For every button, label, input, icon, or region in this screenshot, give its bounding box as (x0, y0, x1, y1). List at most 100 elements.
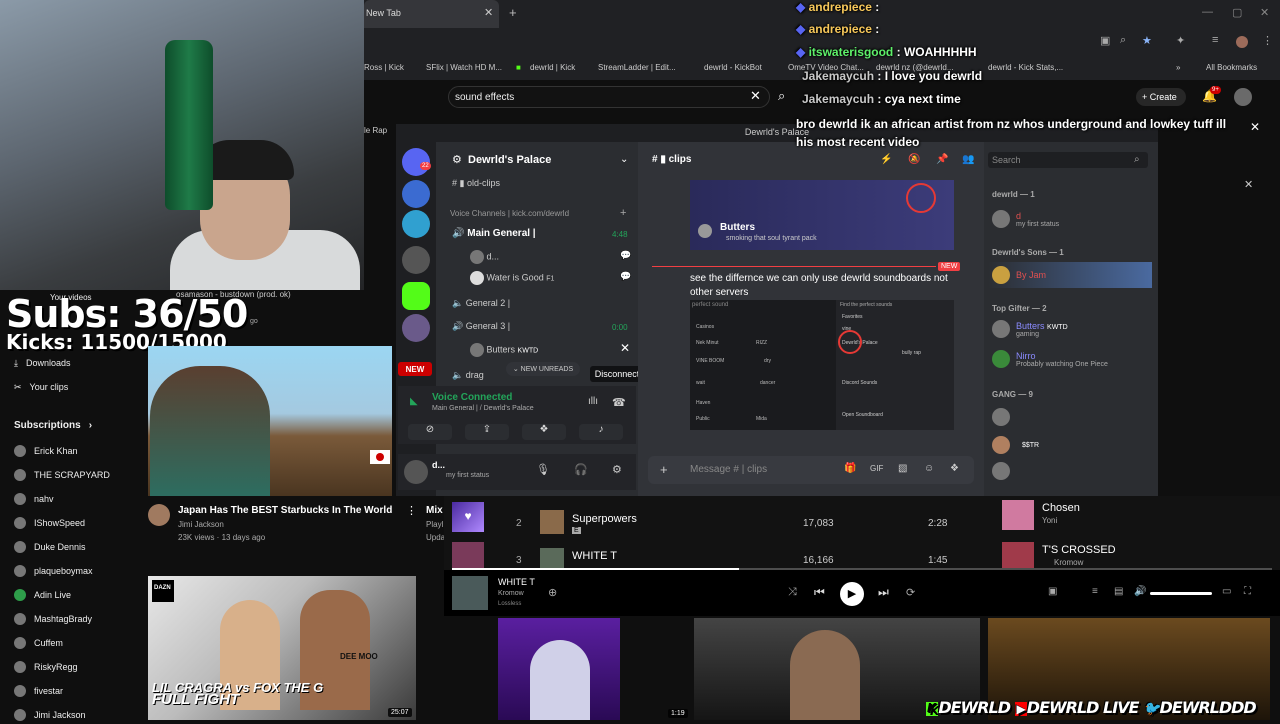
noise-icon[interactable]: ıllı (588, 396, 598, 407)
side-artist[interactable]: Yoni (1042, 516, 1057, 525)
voice-user[interactable]: Water is Good F1 (470, 271, 554, 285)
sidebar-item-subscription[interactable]: Adin Live (14, 586, 71, 604)
devices-icon[interactable]: ▤ (1114, 586, 1123, 597)
sidebar-item-subscription[interactable]: plaqueboymax (14, 562, 93, 580)
now-playing-cover[interactable] (452, 576, 488, 610)
voice-category[interactable]: Voice Channels | kick.com/dewrld (450, 209, 569, 218)
member-row[interactable]: d my first status (992, 210, 1059, 228)
search-input[interactable]: sound effects (448, 86, 770, 108)
progress-bar[interactable] (452, 568, 1272, 570)
sidebar-item-subscription[interactable]: THE SCRAPYARD (14, 466, 110, 484)
bookmark-item[interactable]: dewrld | Kick (530, 63, 575, 72)
sidebar-item-subscription[interactable]: Duke Dennis (14, 538, 86, 556)
sidebar-item-subscription[interactable]: Erick Khan (14, 442, 78, 460)
chat-bubble-icon[interactable]: 💬 (620, 250, 631, 261)
shuffle-icon[interactable]: ⤨ (788, 586, 797, 599)
add-attachment-icon[interactable]: + (660, 462, 668, 477)
bookmark-item[interactable]: dewrld - KickBot (704, 63, 762, 72)
microphone-icon[interactable]: 🎙 (536, 463, 550, 476)
voice-user[interactable]: Butters KWTD (470, 343, 538, 357)
album-cover[interactable] (1002, 500, 1034, 530)
member-row[interactable]: $$TR (992, 436, 1039, 454)
channel-main-general[interactable]: 🔊 Main General | (452, 228, 536, 239)
more-options-icon[interactable]: ⋮ (406, 504, 417, 517)
channel-drag[interactable]: 🔈 drag (452, 370, 484, 381)
search-icon[interactable]: ⌕ (778, 88, 785, 104)
sidebar-item-downloads[interactable]: ⤓ Downloads (14, 354, 71, 372)
track-cover[interactable] (540, 548, 564, 568)
new-unreads-pill[interactable]: ⌄ NEW UNREADS (506, 362, 580, 376)
member-row[interactable]: By Jam (992, 266, 1046, 284)
sidebar-item-subscription[interactable]: nahv (14, 490, 54, 508)
pin-icon[interactable]: 📌 (936, 154, 948, 165)
sidebar-item-subscription[interactable]: RiskyRegg (14, 658, 78, 676)
threads-icon[interactable]: ⚡ (880, 154, 892, 165)
kick-icon[interactable] (402, 282, 430, 310)
soundboard-button[interactable]: ♪ (579, 424, 623, 440)
apps-icon[interactable]: ❖ (950, 463, 959, 474)
gear-icon[interactable]: ⚙ (612, 463, 622, 476)
channel-old-clips[interactable]: # ▮ old-clips (452, 178, 500, 189)
sidebar-item-subscription[interactable]: fivestar (14, 682, 63, 700)
sidebar-item-subscription[interactable]: IShowSpeed (14, 514, 85, 532)
member-row[interactable]: Nirro Probably watching One Piece (992, 350, 1108, 368)
channel-general-2[interactable]: 🔈 General 2 | (452, 298, 510, 309)
play-button[interactable]: ▶ (840, 582, 864, 606)
miniplayer-icon[interactable]: ▭ (1222, 586, 1231, 597)
close-icon[interactable]: ✕ (620, 341, 630, 355)
search-input[interactable]: Search (988, 152, 1148, 168)
headphones-icon[interactable]: 🎧 (574, 463, 588, 476)
members-icon[interactable]: 👥 (962, 154, 974, 165)
server-icon[interactable] (402, 314, 430, 342)
bookmark-item[interactable]: StreamLadder | Edit... (598, 63, 676, 72)
screenshare-button[interactable]: ⇪ (465, 424, 509, 440)
side-title[interactable]: T'S CROSSED (1042, 544, 1116, 556)
now-playing-artist[interactable]: Kromow (498, 590, 524, 597)
sidebar-item-your-clips[interactable]: ✂ Your clips (14, 378, 68, 396)
video-title[interactable]: LIL CRAGRA vs FOX THE G FULL FIGHT (152, 681, 323, 707)
queue-icon[interactable]: ≡ (1092, 586, 1098, 597)
volume-icon[interactable]: 🔊 (1134, 586, 1146, 597)
member-row[interactable] (992, 462, 1016, 480)
track-cover[interactable] (540, 510, 564, 534)
server-name[interactable]: Dewrld's Palace (468, 154, 551, 166)
playlist-cover[interactable] (452, 542, 484, 568)
camera-off-button[interactable]: ⊘ (408, 424, 452, 440)
previous-icon[interactable]: ⏮ (814, 585, 825, 600)
voice-status[interactable]: Voice Connected (432, 392, 512, 403)
mix-label[interactable]: Mix (426, 505, 443, 516)
track-title[interactable]: Superpowers (572, 513, 637, 525)
member-row[interactable] (992, 408, 1016, 426)
playlist-cover[interactable]: ♥ (452, 502, 484, 532)
fullscreen-icon[interactable]: ⛶ (1244, 586, 1251, 597)
new-tab-icon[interactable]: + (509, 5, 517, 20)
sidebar-item-subscription[interactable]: Jimi Jackson (14, 706, 86, 724)
channel-general-3[interactable]: 🔊 General 3 | (452, 321, 510, 332)
album-cover[interactable] (1002, 542, 1034, 568)
repeat-icon[interactable]: ⟳ (906, 586, 915, 599)
add-channel-icon[interactable]: + (620, 207, 626, 219)
screenshot-image[interactable]: perfect sound Casinos Nek Minut RIZZ VIN… (690, 300, 954, 430)
gif-icon[interactable]: GIF (870, 464, 883, 473)
gift-icon[interactable]: 🎁 (844, 463, 856, 474)
member-row[interactable]: Butters KWTD gaming (992, 320, 1068, 338)
volume-slider[interactable] (1150, 592, 1212, 595)
close-icon[interactable]: ✕ (1244, 178, 1253, 191)
next-icon[interactable]: ⏭ (878, 585, 889, 600)
bookmark-item[interactable]: Ross | Kick (364, 63, 404, 72)
subscriptions-header[interactable]: Subscriptions › (14, 416, 92, 434)
avatar[interactable] (148, 504, 170, 526)
avatar[interactable] (404, 460, 428, 484)
sidebar-item-subscription[interactable]: Cuffem (14, 634, 63, 652)
signal-icon[interactable]: ◣ (410, 396, 418, 407)
sticker-icon[interactable]: ▧ (898, 463, 907, 474)
tab-new-tab[interactable]: New Tab ✕ (364, 0, 499, 28)
video-title[interactable]: Japan Has The BEST Starbucks In The Worl… (178, 505, 398, 516)
clear-search-icon[interactable]: ✕ (750, 88, 761, 104)
server-icon[interactable] (402, 210, 430, 238)
disconnect-icon[interactable]: ☎ (612, 396, 626, 409)
sidebar-item-subscription[interactable]: MashtagBrady (14, 610, 92, 628)
server-icon[interactable] (402, 246, 430, 274)
side-title[interactable]: Chosen (1042, 502, 1080, 514)
mute-icon[interactable]: 🔕 (908, 154, 920, 165)
